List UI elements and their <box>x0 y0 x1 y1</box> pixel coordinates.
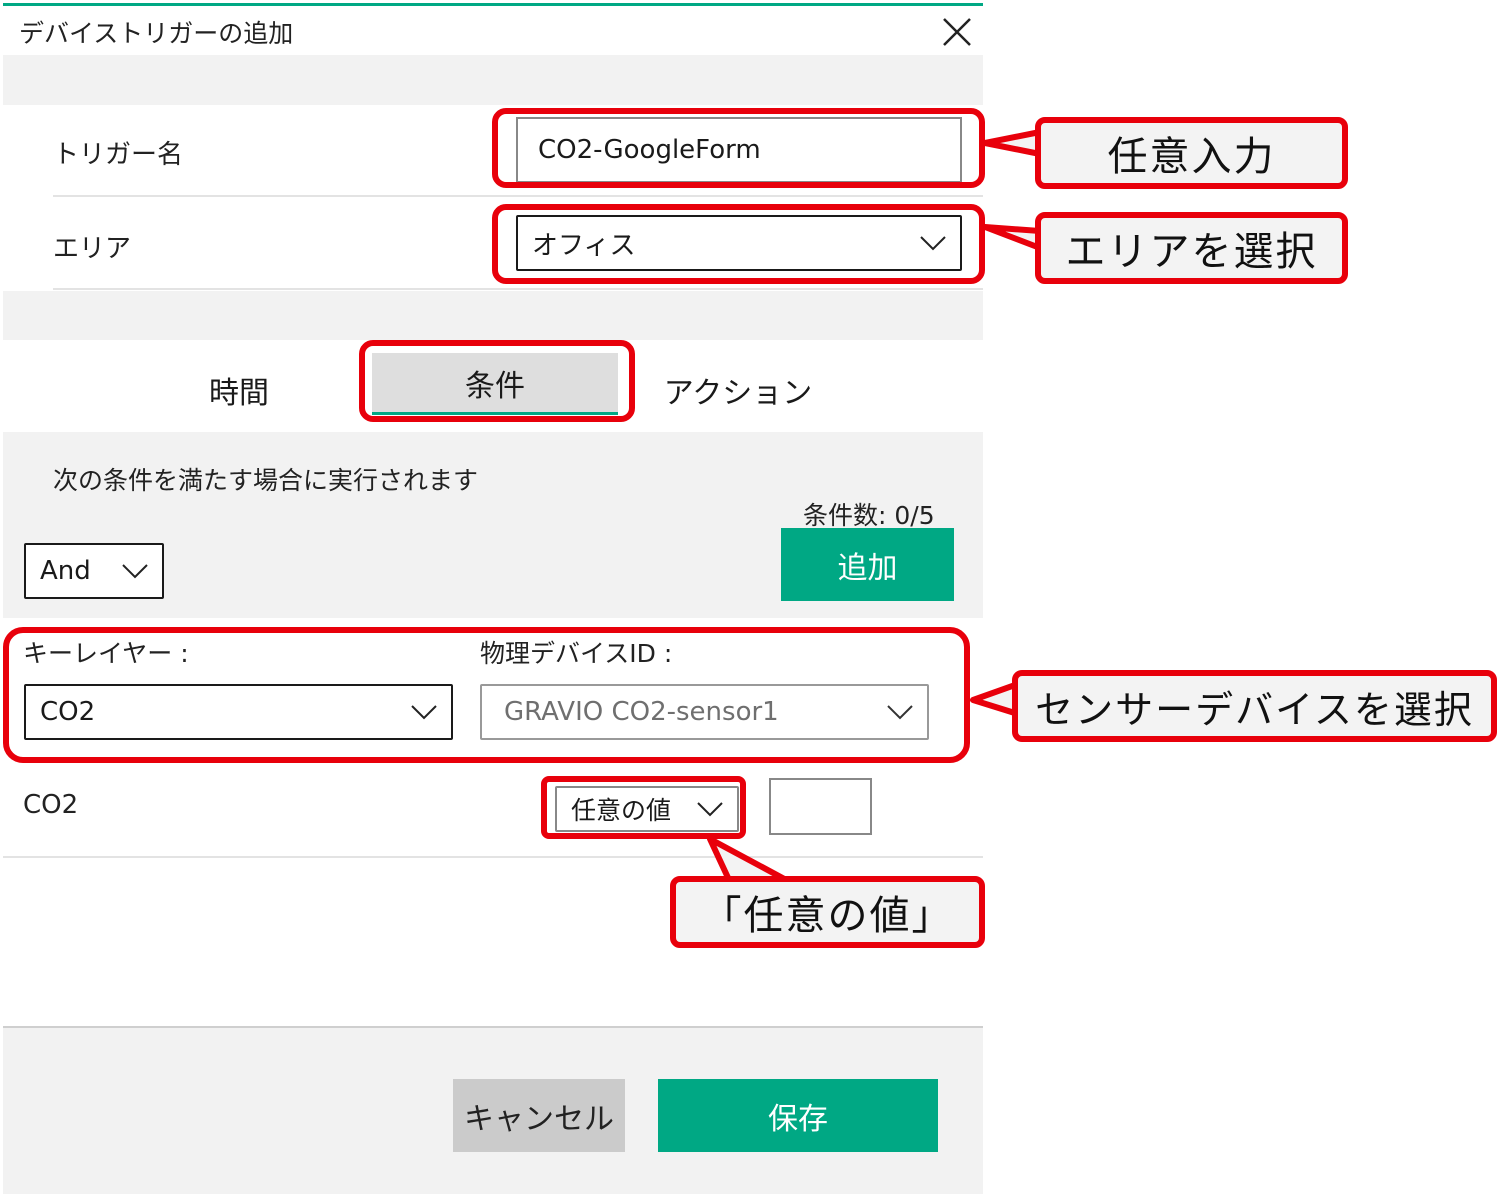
callout-select-sensor: センサーデバイスを選択 <box>1012 670 1497 742</box>
callout-select-area: エリアを選択 <box>1035 212 1348 284</box>
callout-free-input: 任意入力 <box>1035 117 1348 189</box>
callout-any-value: 「任意の値」 <box>670 876 985 948</box>
